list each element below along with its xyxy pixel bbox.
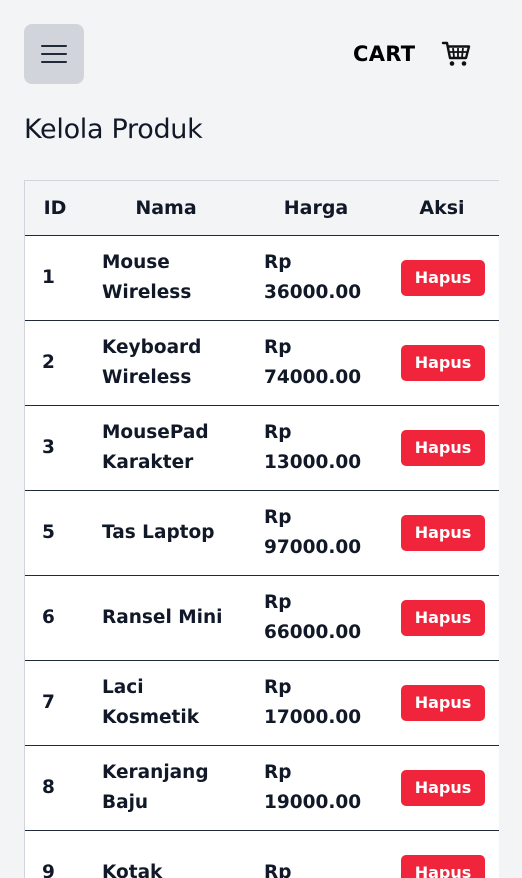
column-header-name: Nama xyxy=(85,180,247,236)
product-price: Rp 19000.00 xyxy=(264,762,362,813)
action-cell: Hapus xyxy=(385,406,499,491)
product-table: ID Nama Harga Aksi 1 Mouse Wireless Rp 3… xyxy=(25,180,499,878)
product-id: 5 xyxy=(42,522,55,543)
product-name: Kotak xyxy=(102,862,163,878)
table-row: 3 MousePad Karakter Rp 13000.00 Hapus xyxy=(25,406,499,491)
product-name: Tas Laptop xyxy=(102,522,215,543)
product-name: MousePad Karakter xyxy=(102,422,209,473)
product-table-container: ID Nama Harga Aksi 1 Mouse Wireless Rp 3… xyxy=(24,180,499,878)
table-header-row: ID Nama Harga Aksi xyxy=(25,180,499,236)
table-row: 1 Mouse Wireless Rp 36000.00 Hapus xyxy=(25,236,499,321)
product-price: Rp 97000.00 xyxy=(264,507,362,558)
page-title: Kelola Produk xyxy=(24,114,203,145)
product-price: Rp 66000.00 xyxy=(264,592,362,643)
delete-button[interactable]: Hapus xyxy=(401,600,485,636)
product-price: Rp xyxy=(264,862,292,878)
shopping-cart-icon xyxy=(441,39,471,69)
action-cell: Hapus xyxy=(385,661,499,746)
product-name: Ransel Mini xyxy=(102,607,223,628)
product-name: Keranjang Baju xyxy=(102,762,209,813)
product-id: 7 xyxy=(42,692,55,713)
product-name: Keyboard Wireless xyxy=(102,337,202,388)
delete-button[interactable]: Hapus xyxy=(401,430,485,466)
product-id: 1 xyxy=(42,267,55,288)
table-row: 9 Kotak Rp Hapus xyxy=(25,831,499,878)
table-row: 2 Keyboard Wireless Rp 74000.00 Hapus xyxy=(25,321,499,406)
delete-button[interactable]: Hapus xyxy=(401,685,485,721)
table-row: 7 Laci Kosmetik Rp 17000.00 Hapus xyxy=(25,661,499,746)
table-row: 8 Keranjang Baju Rp 19000.00 Hapus xyxy=(25,746,499,831)
product-id: 2 xyxy=(42,352,55,373)
column-header-id: ID xyxy=(25,180,85,236)
column-header-price: Harga xyxy=(247,180,385,236)
delete-button[interactable]: Hapus xyxy=(401,260,485,296)
action-cell: Hapus xyxy=(385,831,499,878)
app-header: CART xyxy=(0,0,522,110)
column-header-action: Aksi xyxy=(385,180,499,236)
product-price: Rp 17000.00 xyxy=(264,677,362,728)
delete-button[interactable]: Hapus xyxy=(401,515,485,551)
table-row: 5 Tas Laptop Rp 97000.00 Hapus xyxy=(25,491,499,576)
delete-button[interactable]: Hapus xyxy=(401,345,485,381)
cart-label: CART xyxy=(353,42,416,66)
product-price: Rp 13000.00 xyxy=(264,422,362,473)
table-row: 6 Ransel Mini Rp 66000.00 Hapus xyxy=(25,576,499,661)
action-cell: Hapus xyxy=(385,321,499,406)
product-id: 6 xyxy=(42,607,55,628)
product-name: Laci Kosmetik xyxy=(102,677,200,728)
action-cell: Hapus xyxy=(385,746,499,831)
product-name: Mouse Wireless xyxy=(102,252,192,303)
product-price: Rp 36000.00 xyxy=(264,252,362,303)
action-cell: Hapus xyxy=(385,236,499,321)
product-id: 8 xyxy=(42,777,55,798)
delete-button[interactable]: Hapus xyxy=(401,855,485,878)
product-price: Rp 74000.00 xyxy=(264,337,362,388)
action-cell: Hapus xyxy=(385,491,499,576)
cart-link[interactable]: CART xyxy=(353,38,471,70)
delete-button[interactable]: Hapus xyxy=(401,770,485,806)
action-cell: Hapus xyxy=(385,576,499,661)
menu-button[interactable] xyxy=(24,24,84,84)
product-id: 3 xyxy=(42,437,55,458)
product-id: 9 xyxy=(42,862,55,878)
